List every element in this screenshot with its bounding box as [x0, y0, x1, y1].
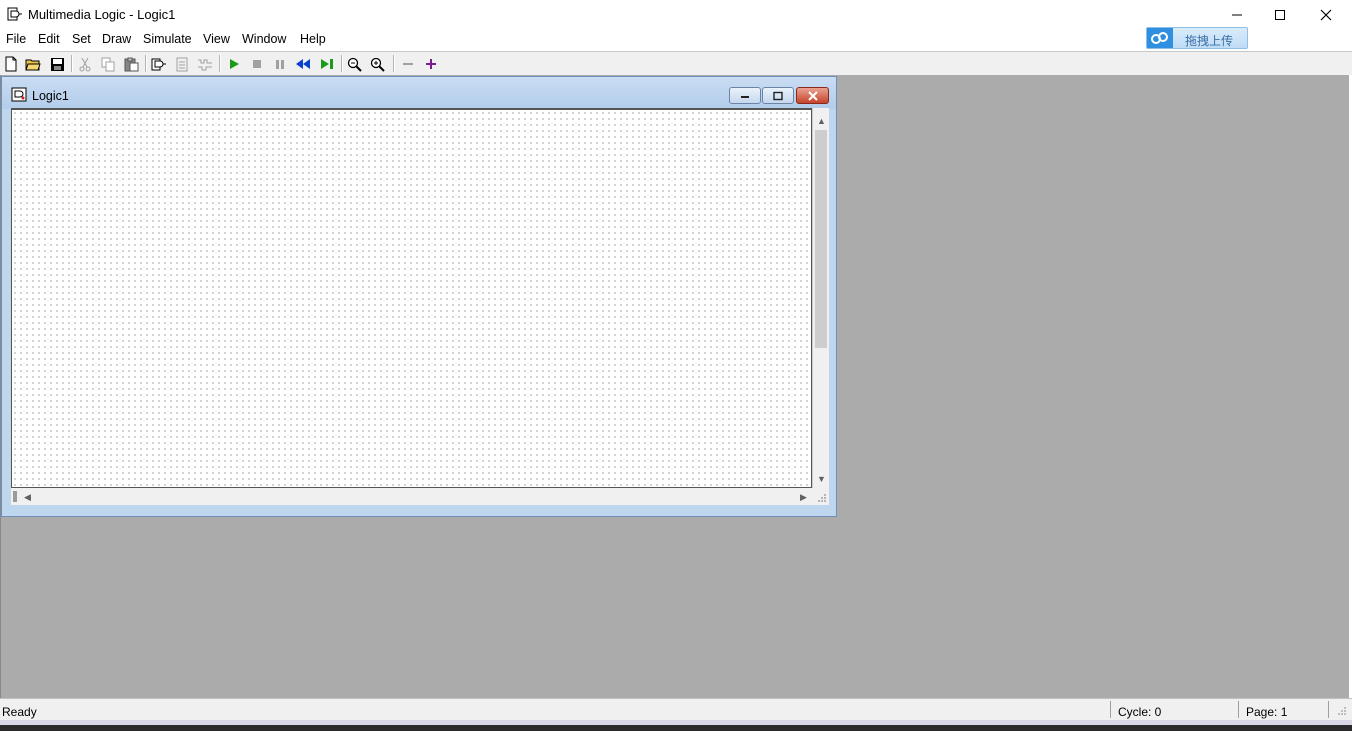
- status-grip-icon[interactable]: [1335, 704, 1348, 717]
- title-bar: Multimedia Logic - Logic1: [0, 0, 1352, 30]
- close-button[interactable]: [1303, 0, 1349, 30]
- zoom-in-icon: [370, 57, 385, 72]
- document-restore-button[interactable]: [762, 87, 794, 104]
- step-button[interactable]: [318, 55, 336, 73]
- maximize-button[interactable]: [1257, 0, 1303, 30]
- rewind-icon: [296, 59, 310, 69]
- logic-button[interactable]: [150, 55, 168, 73]
- stop-icon: [253, 60, 261, 68]
- menu-simulate[interactable]: Simulate: [143, 32, 192, 46]
- scroll-left-icon[interactable]: ◀: [19, 490, 36, 504]
- window-title: Multimedia Logic - Logic1: [28, 7, 176, 22]
- toolbar-separator: [341, 55, 343, 72]
- page-icon: [176, 57, 188, 71]
- close-icon: [807, 90, 818, 101]
- horizontal-scrollbar[interactable]: ◀ ▶: [11, 488, 812, 505]
- minus-icon: [403, 63, 413, 65]
- vertical-scroll-thumb[interactable]: [815, 130, 827, 348]
- logic-icon: [151, 58, 166, 70]
- status-separator: [1238, 701, 1239, 718]
- document-close-button[interactable]: [796, 87, 829, 104]
- logic-document-icon: [11, 87, 27, 102]
- new-file-button[interactable]: [2, 55, 20, 73]
- paste-button[interactable]: [122, 55, 140, 73]
- rewind-button[interactable]: [294, 55, 312, 73]
- plus-button[interactable]: [422, 55, 440, 73]
- document-minimize-button[interactable]: [729, 87, 761, 104]
- menu-help[interactable]: Help: [300, 32, 326, 46]
- run-icon: [230, 59, 239, 69]
- menu-file[interactable]: File: [6, 32, 26, 46]
- menu-edit[interactable]: Edit: [38, 32, 60, 46]
- status-cycle: Cycle: 0: [1118, 705, 1162, 719]
- document-title: Logic1: [32, 89, 69, 103]
- save-button[interactable]: [48, 55, 66, 73]
- pause-icon: [276, 60, 284, 69]
- status-ready: Ready: [2, 705, 37, 719]
- save-icon: [50, 57, 64, 71]
- document-window: Logic1 ▲ ▼ ◀ ▶: [1, 76, 837, 517]
- status-bar: Ready Cycle: 0 Page: 1: [0, 698, 1352, 721]
- horizontal-scroll-thumb[interactable]: [13, 491, 17, 502]
- document-title-bar: [2, 77, 836, 109]
- close-icon: [1320, 9, 1332, 21]
- stop-button[interactable]: [248, 55, 266, 73]
- open-button[interactable]: [24, 55, 42, 73]
- cut-icon: [79, 57, 91, 71]
- vertical-scrollbar[interactable]: ▲ ▼: [812, 108, 829, 488]
- scroll-up-icon[interactable]: ▲: [813, 114, 830, 128]
- scroll-down-icon[interactable]: ▼: [813, 472, 830, 486]
- taskbar-edge: [0, 720, 1352, 731]
- maximize-icon: [1275, 10, 1285, 20]
- toolbar-separator: [145, 55, 147, 72]
- new-file-icon: [5, 56, 17, 72]
- toolbar-separator: [219, 55, 221, 72]
- zoom-in-button[interactable]: [368, 55, 386, 73]
- run-button[interactable]: [225, 55, 243, 73]
- menu-draw[interactable]: Draw: [102, 32, 131, 46]
- plus-icon: [426, 59, 436, 69]
- status-separator: [1110, 701, 1111, 718]
- minus-button[interactable]: [399, 55, 417, 73]
- minimize-button[interactable]: [1214, 0, 1260, 30]
- cloud-icon: [1147, 28, 1173, 48]
- status-separator: [1328, 701, 1329, 718]
- copy-icon: [101, 57, 114, 71]
- page-button[interactable]: [173, 55, 191, 73]
- zoom-out-icon: [347, 57, 362, 72]
- size-grip-icon[interactable]: [812, 488, 829, 505]
- wave-icon: [198, 59, 212, 70]
- drag-upload-button[interactable]: 拖拽上传: [1146, 27, 1248, 49]
- toolbar: [0, 51, 1352, 76]
- zoom-out-button[interactable]: [345, 55, 363, 73]
- multimedia-logic-icon: [7, 7, 22, 21]
- logic-canvas[interactable]: [11, 108, 812, 488]
- minimize-icon: [1232, 14, 1242, 16]
- toolbar-separator: [71, 55, 73, 72]
- pause-button[interactable]: [271, 55, 289, 73]
- wave-button[interactable]: [196, 55, 214, 73]
- step-icon: [321, 59, 333, 69]
- toolbar-separator: [393, 55, 395, 72]
- minimize-icon: [741, 95, 749, 98]
- copy-button[interactable]: [99, 55, 117, 73]
- cut-button[interactable]: [76, 55, 94, 73]
- scroll-right-icon[interactable]: ▶: [795, 490, 812, 504]
- open-folder-icon: [25, 59, 41, 71]
- menu-window[interactable]: Window: [242, 32, 286, 46]
- menu-view[interactable]: View: [203, 32, 230, 46]
- paste-icon: [124, 57, 138, 71]
- menu-set[interactable]: Set: [72, 32, 91, 46]
- upload-label: 拖拽上传: [1185, 34, 1234, 48]
- restore-icon: [773, 91, 783, 100]
- status-page: Page: 1: [1246, 705, 1288, 719]
